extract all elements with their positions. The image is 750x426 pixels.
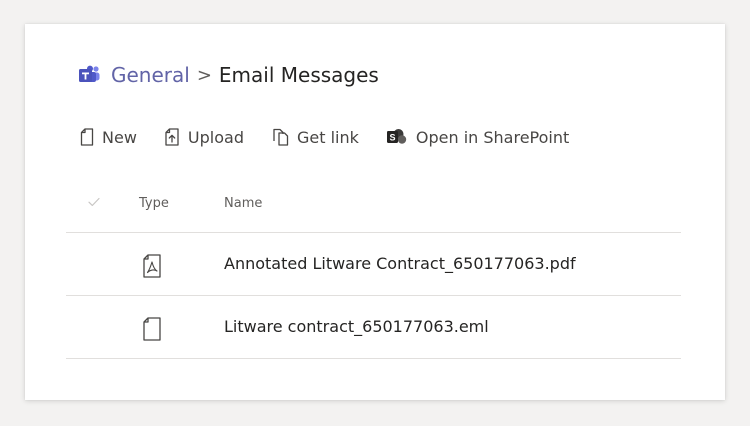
table-row[interactable]: Litware contract_650177063.eml <box>66 297 681 358</box>
new-file-icon <box>80 128 94 146</box>
file-name[interactable]: Annotated Litware Contract_650177063.pdf <box>224 254 576 273</box>
open-in-sharepoint-button[interactable]: S Open in SharePoint <box>386 128 569 147</box>
breadcrumb-team-link[interactable]: General <box>111 63 190 87</box>
row-divider <box>66 295 681 296</box>
upload-label: Upload <box>187 127 244 147</box>
table-row[interactable]: Annotated Litware Contract_650177063.pdf <box>66 234 681 295</box>
column-header-name[interactable]: Name <box>224 196 262 211</box>
table-header: Type Name <box>66 190 681 220</box>
row-divider <box>66 358 681 359</box>
upload-icon <box>165 128 179 146</box>
checkmark-icon <box>88 197 100 207</box>
files-card: General > Email Messages New Upload Get … <box>25 24 725 400</box>
teams-icon <box>79 65 101 85</box>
sharepoint-icon: S <box>386 129 407 144</box>
get-link-icon <box>273 128 289 146</box>
get-link-button[interactable]: Get link <box>271 128 359 147</box>
select-all-checkbox[interactable] <box>88 196 100 211</box>
open-in-sharepoint-label: Open in SharePoint <box>415 127 570 147</box>
get-link-label: Get link <box>296 127 359 147</box>
breadcrumb: General > Email Messages <box>79 62 379 88</box>
new-button[interactable]: New <box>80 128 137 147</box>
generic-file-icon <box>142 317 162 345</box>
upload-button[interactable]: Upload <box>164 128 244 147</box>
file-name[interactable]: Litware contract_650177063.eml <box>224 317 489 336</box>
svg-text:S: S <box>389 133 395 143</box>
breadcrumb-separator: > <box>196 64 212 86</box>
files-toolbar: New Upload Get link S Open in SharePoint <box>80 124 596 150</box>
breadcrumb-current-folder: Email Messages <box>218 63 379 87</box>
pdf-file-icon <box>142 254 162 282</box>
header-divider <box>66 232 681 233</box>
column-header-type[interactable]: Type <box>139 196 169 211</box>
new-label: New <box>102 127 137 147</box>
